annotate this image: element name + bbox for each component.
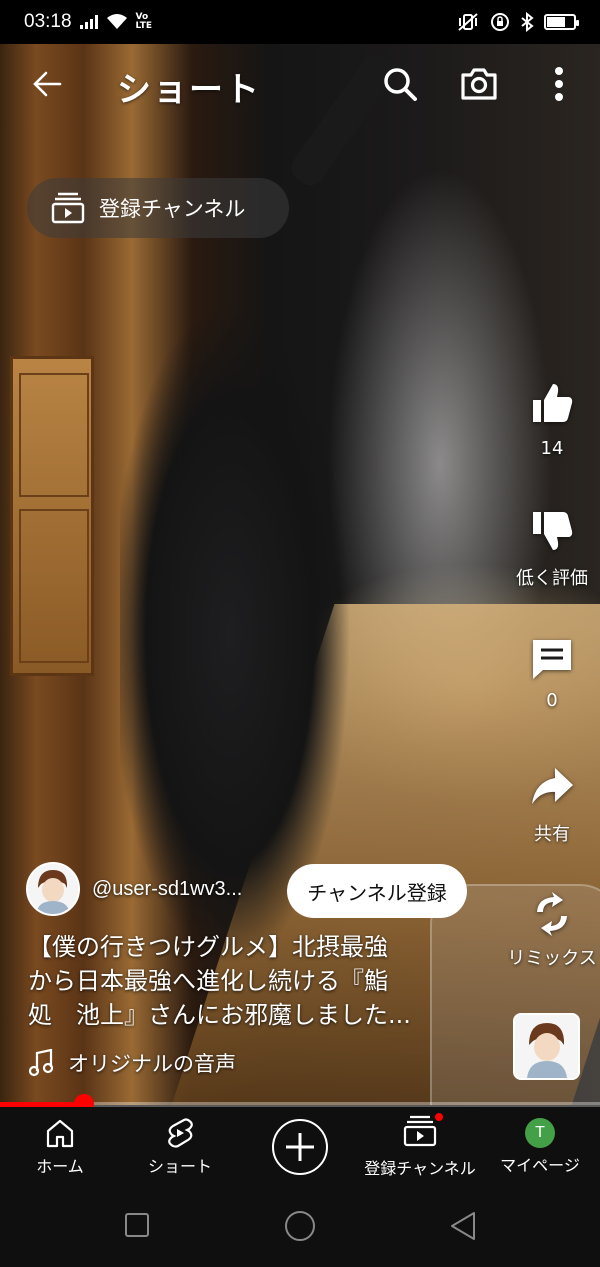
share-label: 共有: [534, 824, 570, 845]
status-bar: 03:18 Vo LTE: [0, 0, 600, 44]
wifi-icon: [106, 14, 127, 29]
share-button[interactable]: 共有: [504, 764, 600, 846]
camera-button[interactable]: [457, 62, 501, 106]
like-count: 14: [540, 438, 564, 459]
video-title[interactable]: 【僕の行きつけグルメ】北摂最強 から日本最強へ進化し続ける『鮨 処 池上』さんに…: [28, 930, 458, 1032]
nav-subscriptions-label: 登録チャンネル: [364, 1159, 476, 1178]
create-button[interactable]: [272, 1119, 328, 1175]
subscriptions-chip[interactable]: 登録チャンネル: [27, 178, 289, 238]
back-system-button[interactable]: [449, 1211, 477, 1245]
video-title-line-3: 処 池上』さんにお邪魔しました...: [28, 1001, 411, 1029]
thumb-down-icon: [533, 512, 573, 550]
dislike-label: 低く評価: [516, 568, 588, 589]
channel-row: @user-sd1wv3...: [26, 862, 242, 916]
more-vert-icon: [555, 67, 563, 101]
nav-home-label: ホーム: [36, 1157, 84, 1176]
battery-level: [547, 17, 565, 27]
subscribe-button[interactable]: チャンネル登録: [287, 864, 467, 918]
vibrate-mute-icon: [458, 13, 478, 31]
create-icon: [286, 1133, 314, 1161]
comment-count: 0: [546, 690, 558, 711]
share-icon: [532, 768, 573, 804]
search-icon: [384, 68, 417, 101]
back-button[interactable]: [28, 64, 68, 104]
wooden-panel-scene: [10, 356, 94, 676]
home-circle-icon: [285, 1211, 315, 1241]
thumb-up-icon: [533, 384, 573, 422]
nav-home[interactable]: ホーム: [20, 1107, 100, 1187]
subscriptions-icon: [51, 192, 85, 224]
recents-button[interactable]: [124, 1212, 150, 1242]
home-icon: [46, 1119, 74, 1148]
remix-button[interactable]: リミックス: [504, 890, 600, 970]
nav-shorts[interactable]: ショート: [138, 1107, 222, 1187]
sound-link[interactable]: オリジナルの音声: [28, 1048, 236, 1078]
page-title: ショート: [117, 70, 261, 110]
back-triangle-icon: [451, 1212, 475, 1240]
subscriptions-nav-icon: [403, 1115, 437, 1147]
channel-handle[interactable]: @user-sd1wv3...: [92, 878, 242, 901]
remix-label: リミックス: [507, 948, 597, 969]
sound-channel-thumbnail[interactable]: [513, 1013, 580, 1080]
dislike-button[interactable]: 低く評価: [504, 508, 600, 590]
bottom-navigation: ホーム ショート 登録チャンネル T マイページ: [0, 1107, 600, 1187]
recents-icon: [125, 1213, 149, 1237]
nav-shorts-label: ショート: [147, 1157, 212, 1176]
status-time: 03:18: [24, 11, 72, 32]
volte-label: Vo LTE: [135, 12, 153, 31]
search-button[interactable]: [378, 62, 422, 106]
subscriptions-chip-label: 登録チャンネル: [99, 197, 246, 221]
nav-subscriptions[interactable]: 登録チャンネル: [356, 1107, 484, 1187]
comments-button[interactable]: 0: [504, 636, 600, 711]
system-navigation-bar: [0, 1187, 600, 1267]
shorts-header: ショート: [0, 44, 600, 128]
nav-you[interactable]: T マイページ: [494, 1107, 586, 1187]
video-title-line-1: 【僕の行きつけグルメ】北摂最強: [28, 933, 388, 961]
arrow-left-icon: [33, 71, 62, 97]
lock-rotation-icon: [491, 13, 509, 31]
music-note-icon: [28, 1049, 54, 1077]
sound-label: オリジナルの音声: [68, 1052, 236, 1076]
video-title-line-2: から日本最強へ進化し続ける『鮨: [28, 967, 388, 995]
bluetooth-icon: [521, 12, 534, 32]
like-button[interactable]: 14: [504, 380, 600, 459]
account-icon: T: [525, 1118, 555, 1148]
nav-you-label: マイページ: [500, 1156, 580, 1175]
avatar-illustration: [28, 864, 78, 914]
camera-icon: [461, 68, 497, 100]
more-options-button[interactable]: [537, 62, 581, 106]
battery-icon: [544, 14, 579, 30]
channel-avatar[interactable]: [26, 862, 80, 916]
channel-avatar-illustration: [515, 1015, 578, 1078]
shorts-icon: [168, 1118, 193, 1148]
subscriptions-new-dot: [433, 1111, 445, 1123]
remix-icon: [537, 892, 567, 936]
home-system-button[interactable]: [284, 1210, 316, 1246]
comment-icon: [533, 640, 571, 679]
cell-signal-icon: [79, 15, 98, 29]
